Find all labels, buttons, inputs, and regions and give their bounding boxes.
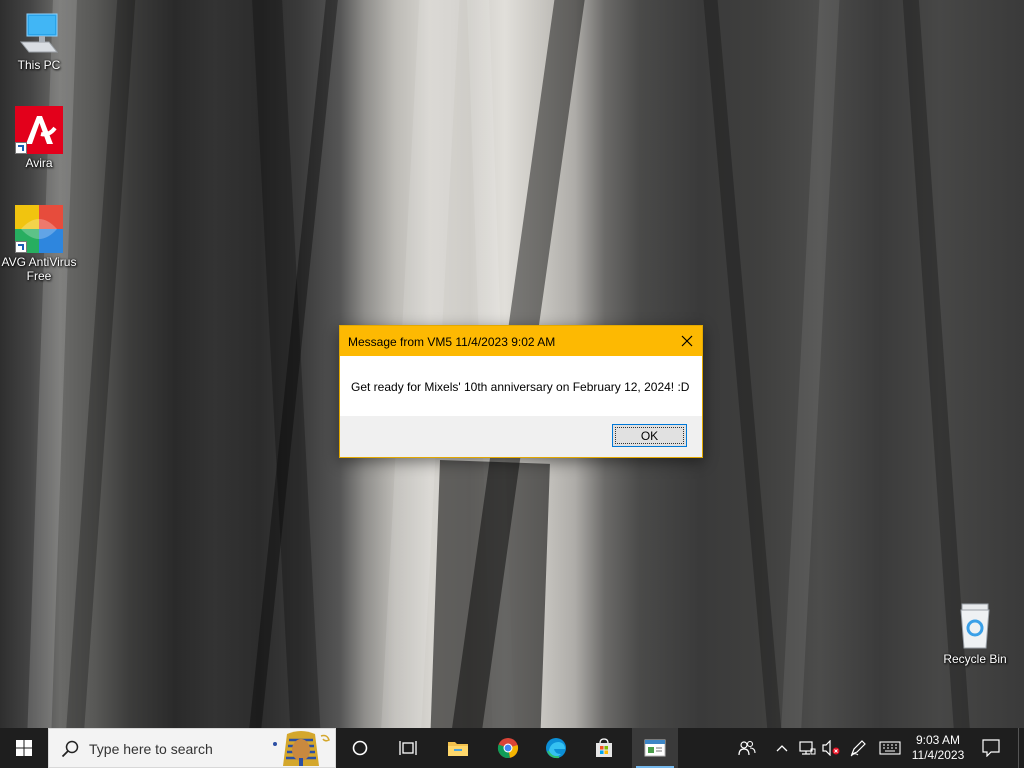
notifications-icon bbox=[982, 739, 1000, 757]
message-dialog: Message from VM5 11/4/2023 9:02 AM Get r… bbox=[339, 325, 703, 458]
ok-button[interactable]: OK bbox=[612, 424, 687, 447]
network-icon bbox=[799, 741, 816, 755]
taskbar: Type here to search 9:03 AM 11/4/2023 bbox=[0, 728, 1024, 768]
file-explorer-icon bbox=[448, 742, 468, 756]
avira-icon bbox=[15, 106, 63, 154]
clock-time: 9:03 AM bbox=[915, 733, 961, 747]
desktop-icon-avira[interactable]: Avira bbox=[1, 106, 77, 170]
volume-muted-icon bbox=[822, 740, 840, 756]
pen-workspace-button[interactable] bbox=[846, 728, 870, 768]
search-placeholder: Type here to search bbox=[89, 741, 213, 757]
clock-date: 11/4/2023 bbox=[911, 748, 965, 762]
chevron-up-icon bbox=[776, 745, 788, 752]
close-icon bbox=[681, 335, 693, 347]
start-button[interactable] bbox=[0, 728, 48, 768]
desktop-icon-recycle-bin[interactable]: Recycle Bin bbox=[937, 602, 1013, 666]
desktop-icon-this-pc[interactable]: This PC bbox=[1, 8, 77, 72]
desktop-icon-label: This PC bbox=[17, 58, 61, 72]
chrome-button[interactable] bbox=[488, 728, 528, 768]
dialog-titlebar[interactable]: Message from VM5 11/4/2023 9:02 AM bbox=[340, 326, 702, 356]
desktop-icon-label: Recycle Bin bbox=[943, 652, 1007, 666]
search-highlight-icon bbox=[269, 730, 333, 771]
cortana-button[interactable] bbox=[340, 728, 380, 768]
desktop-icon-avg-antivirus[interactable]: AVG AntiVirus Free bbox=[1, 205, 77, 283]
search-icon bbox=[61, 740, 79, 758]
edge-button[interactable] bbox=[536, 728, 576, 768]
touch-keyboard-button[interactable] bbox=[876, 728, 904, 768]
dialog-footer: OK bbox=[340, 416, 702, 457]
network-button[interactable] bbox=[796, 728, 818, 768]
people-button[interactable] bbox=[734, 728, 760, 768]
shortcut-arrow-icon bbox=[15, 142, 27, 154]
message-window-icon bbox=[644, 739, 666, 757]
dialog-title: Message from VM5 11/4/2023 9:02 AM bbox=[348, 335, 556, 349]
store-button[interactable] bbox=[584, 728, 624, 768]
pen-icon bbox=[850, 740, 866, 757]
action-center-button[interactable] bbox=[976, 728, 1006, 768]
dialog-body: Get ready for Mixels' 10th anniversary o… bbox=[340, 356, 702, 416]
task-view-icon bbox=[399, 741, 417, 755]
this-pc-icon bbox=[15, 8, 63, 56]
store-icon bbox=[596, 738, 612, 757]
show-desktop-button[interactable] bbox=[1018, 728, 1024, 768]
shortcut-arrow-icon bbox=[15, 241, 27, 253]
recycle-bin-icon bbox=[951, 602, 999, 650]
dialog-close-button[interactable] bbox=[672, 326, 702, 356]
clock[interactable]: 9:03 AM 11/4/2023 bbox=[908, 728, 968, 768]
chrome-icon bbox=[497, 738, 519, 759]
file-explorer-button[interactable] bbox=[438, 728, 478, 768]
cortana-icon bbox=[352, 740, 368, 756]
task-view-button[interactable] bbox=[388, 728, 428, 768]
desktop-icon-label: Avira bbox=[25, 156, 53, 170]
edge-icon bbox=[546, 738, 566, 759]
dialog-message: Get ready for Mixels' 10th anniversary o… bbox=[351, 380, 690, 394]
avg-icon bbox=[15, 205, 63, 253]
show-hidden-icons-button[interactable] bbox=[772, 728, 792, 768]
windows-logo-icon bbox=[16, 740, 32, 756]
active-app-button[interactable] bbox=[632, 728, 678, 768]
desktop-icon-label: AVG AntiVirus Free bbox=[1, 255, 77, 283]
search-box[interactable]: Type here to search bbox=[48, 728, 336, 768]
people-icon bbox=[738, 740, 756, 756]
keyboard-icon bbox=[879, 741, 901, 755]
volume-button[interactable] bbox=[820, 728, 842, 768]
